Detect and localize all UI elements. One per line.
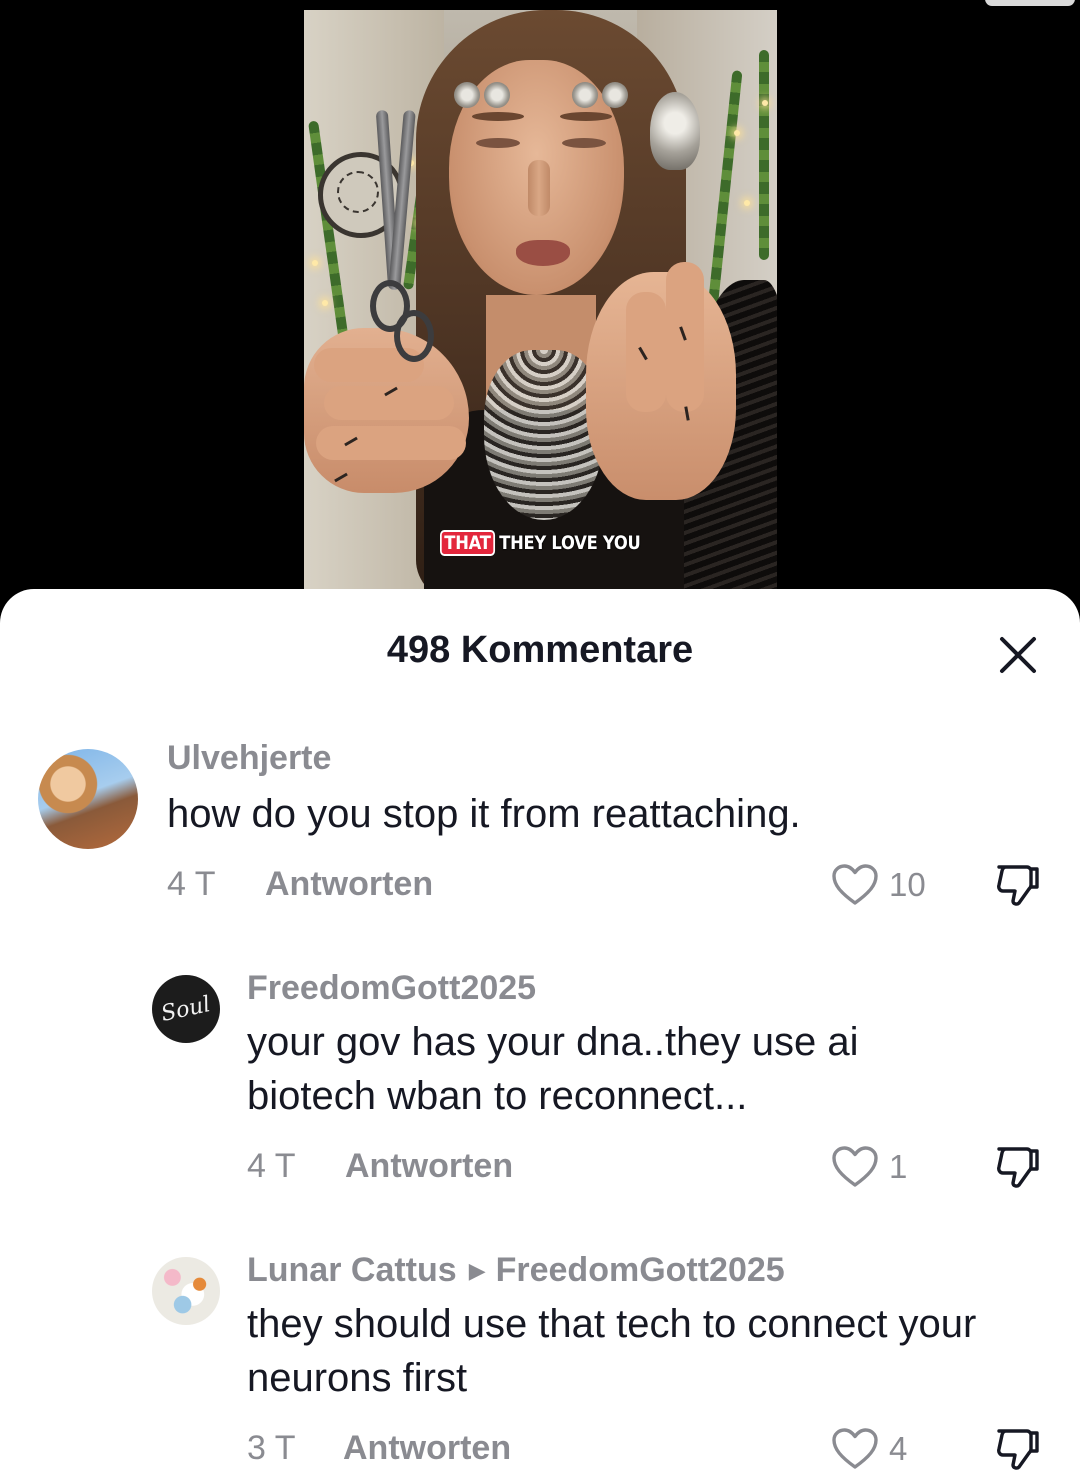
- heart-icon: [832, 1428, 878, 1469]
- headpiece: [454, 62, 700, 170]
- comments-count-title: 498 Kommentare: [386, 629, 694, 671]
- comment-text: they should use that tech to connect you…: [247, 1302, 977, 1400]
- comments-sheet: 498 Kommentare Ulvehjerte how do you sto…: [0, 589, 1080, 1479]
- caption-text: THEY LOVE YOU: [499, 531, 641, 554]
- reply-button[interactable]: Antworten: [343, 1429, 511, 1468]
- like-count: 10: [889, 866, 926, 903]
- avatar-logo-text: Soul: [159, 991, 213, 1027]
- thumbs-down-icon: [997, 1147, 1039, 1188]
- avatar[interactable]: [38, 749, 138, 849]
- video-player[interactable]: THAT THEY LOVE YOU: [0, 0, 1080, 600]
- like-count: 1: [889, 1148, 908, 1185]
- reply-button[interactable]: Antworten: [345, 1147, 513, 1186]
- close-icon: [1000, 637, 1036, 673]
- comment-item: Lunar Cattus ▶ FreedomGott2025 they should…: [0, 1251, 1080, 1471]
- comment-age: 4 T: [247, 1147, 296, 1185]
- status-indicator: [985, 0, 1075, 6]
- like-button[interactable]: 10: [831, 861, 951, 911]
- comment-age: 4 T: [167, 865, 216, 903]
- like-button[interactable]: 4: [831, 1425, 951, 1475]
- comment-item: Ulvehjerte how do you stop it from reatt…: [0, 739, 1080, 919]
- caption-highlight: THAT: [440, 529, 495, 556]
- video-frame[interactable]: THAT THEY LOVE YOU: [304, 10, 777, 600]
- comment-age: 3 T: [247, 1429, 296, 1467]
- comment-text: how do you stop it from reattaching.: [167, 792, 801, 836]
- reply-to-username[interactable]: FreedomGott2025: [496, 1251, 785, 1289]
- avatar[interactable]: Soul: [152, 975, 220, 1043]
- comment-item: Soul FreedomGott2025 your gov has your d…: [0, 969, 1080, 1189]
- comment-username[interactable]: Lunar Cattus: [247, 1251, 457, 1289]
- dislike-button[interactable]: [993, 859, 1043, 909]
- comment-username-line: Lunar Cattus ▶ FreedomGott2025: [247, 1251, 785, 1290]
- close-button[interactable]: [996, 633, 1040, 677]
- scissors: [370, 109, 434, 400]
- right-hand: [586, 262, 736, 500]
- reply-arrow-icon: ▶: [468, 1258, 486, 1283]
- heart-icon: [832, 864, 878, 905]
- avatar[interactable]: [152, 1257, 220, 1325]
- heart-icon: [832, 1146, 878, 1187]
- comment-username[interactable]: FreedomGott2025: [247, 969, 536, 1008]
- thumbs-down-icon: [997, 865, 1039, 906]
- comment-username[interactable]: Ulvehjerte: [167, 739, 331, 778]
- dislike-button[interactable]: [993, 1423, 1043, 1473]
- dislike-button[interactable]: [993, 1141, 1043, 1191]
- like-button[interactable]: 1: [831, 1143, 951, 1193]
- thumbs-down-icon: [997, 1429, 1039, 1470]
- like-count: 4: [889, 1430, 908, 1467]
- video-caption: THAT THEY LOVE YOU: [440, 529, 641, 556]
- comment-text: your gov has your dna..they use ai biote…: [247, 1020, 859, 1118]
- reply-button[interactable]: Antworten: [265, 865, 433, 904]
